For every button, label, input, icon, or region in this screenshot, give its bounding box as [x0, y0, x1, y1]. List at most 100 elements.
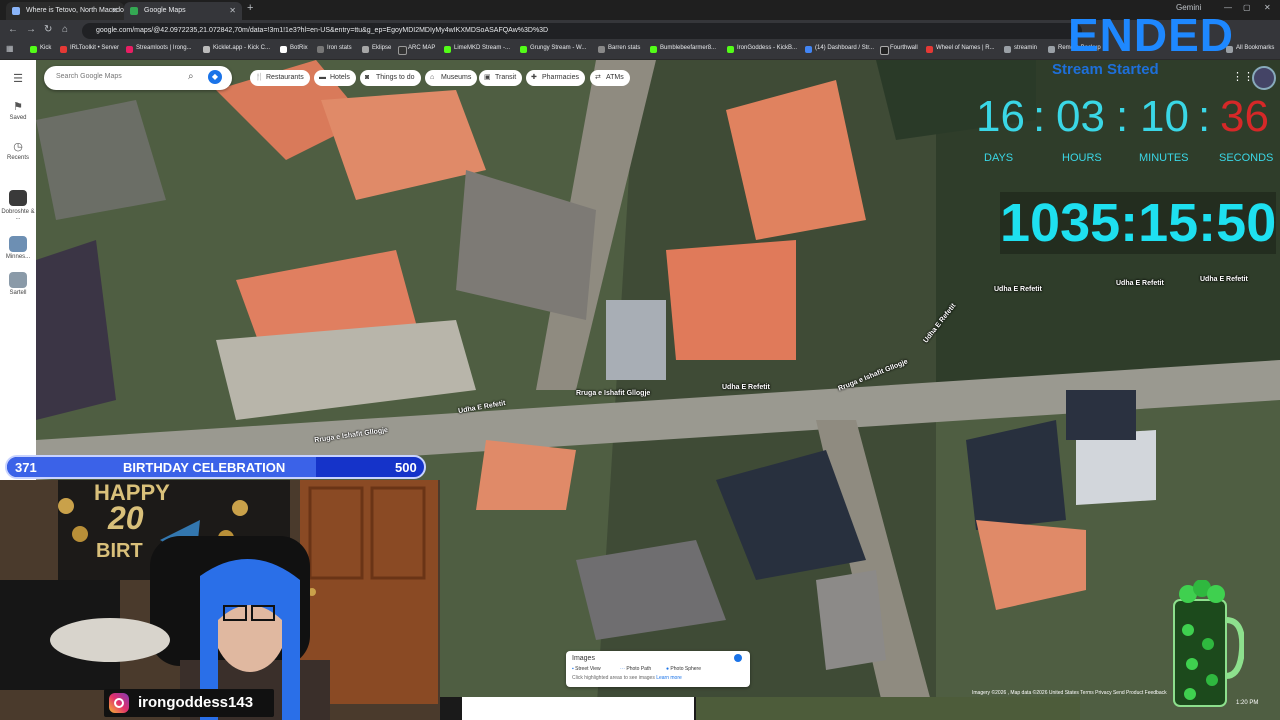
birthday-goal-bar: 371 BIRTHDAY CELEBRATION 500: [5, 455, 426, 479]
museum-icon: ⌂: [430, 74, 435, 81]
bookmark-item[interactable]: ARC MAP: [398, 45, 435, 55]
chip-transit[interactable]: ▣ Transit: [479, 70, 523, 86]
chip-things-to-do[interactable]: ◙ Things to do: [360, 70, 421, 86]
bookmark-item[interactable]: Wheel of Names | R...: [926, 45, 995, 53]
chip-restaurants[interactable]: 🍴 Restaurants: [250, 70, 310, 86]
countdown-sep: :: [1033, 92, 1046, 141]
bookmark-item[interactable]: Barren stats: [598, 45, 640, 53]
banner-birthday: BIRT: [96, 540, 143, 562]
recent-place-label[interactable]: Dobroshte & ...: [0, 209, 36, 221]
bookmark-item[interactable]: (14) Dashboard / Str...: [805, 45, 874, 53]
folder-icon: [1048, 46, 1055, 53]
images-title: Images: [572, 655, 595, 662]
bookmark-item[interactable]: Eklipse: [362, 45, 391, 53]
recent-place-thumb[interactable]: [9, 190, 27, 206]
bookmark-favicon: [598, 46, 605, 53]
instagram-handle: irongoddess143: [138, 694, 254, 711]
search-box[interactable]: Search Google Maps ⌕ ◆: [44, 66, 232, 90]
road-label: Udha E Refetit: [1116, 280, 1164, 287]
recent-place-label[interactable]: Minnes...: [0, 254, 36, 260]
bookmark-item[interactable]: IronGoddess - KickB...: [727, 45, 797, 53]
minimap-white: [462, 697, 694, 720]
bookmark-favicon: [126, 46, 133, 53]
forward-icon[interactable]: →: [26, 24, 36, 35]
bookmark-item[interactable]: LimeMKD Stream -...: [444, 45, 510, 53]
directions-icon[interactable]: ◆: [208, 70, 222, 84]
tab-title: Where is Tetovo, North Macedo: [26, 7, 124, 14]
menu-button[interactable]: ☰: [0, 72, 36, 87]
search-input[interactable]: Search Google Maps: [56, 73, 122, 80]
goal-title: BIRTHDAY CELEBRATION: [123, 460, 286, 475]
kick-icon: [444, 46, 451, 53]
bookmark-item[interactable]: Kicklet.app - Kick C...: [203, 45, 270, 53]
recent-place-thumb[interactable]: [9, 236, 27, 252]
kick-icon: [30, 46, 37, 53]
taskbar-strip: [440, 697, 1080, 720]
label-seconds: SECONDS: [1219, 152, 1274, 164]
close-window-icon[interactable]: ✕: [1264, 3, 1271, 12]
webcam-feed: HAPPY 20 BIRT: [0, 480, 440, 720]
history-icon: ◷: [13, 141, 23, 153]
chip-pharmacies[interactable]: ✚ Pharmacies: [526, 70, 585, 86]
chip-hotels[interactable]: ▬ Hotels: [314, 70, 356, 86]
tab-tetovo[interactable]: Where is Tetovo, North Macedo ✕: [6, 2, 124, 20]
map-attribution: Imagery ©2026 , Map data ©2026 United St…: [972, 690, 1167, 696]
layer-toggle[interactable]: [734, 654, 742, 662]
shamrock-mug-icon: [1173, 580, 1244, 707]
chip-museums[interactable]: ⌂ Museums: [425, 70, 478, 86]
bookmark-folder[interactable]: streamin: [1004, 45, 1037, 53]
images-panel[interactable]: Images ▪ Street View ⋯ Photo Path ● Phot…: [566, 651, 750, 687]
bookmark-item[interactable]: Iron stats: [317, 45, 352, 53]
bookmark-item[interactable]: Streamloots | Irong...: [126, 45, 192, 53]
countdown-hours: 03: [1056, 92, 1105, 141]
learn-more-link[interactable]: Learn more: [656, 675, 682, 681]
bus-icon: ▣: [484, 74, 491, 81]
menu-icon: ☰: [13, 73, 23, 85]
bookmark-favicon: [280, 46, 287, 53]
back-icon[interactable]: ←: [8, 24, 18, 35]
kick-icon: [650, 46, 657, 53]
bookmark-item[interactable]: Bumblebeefarmer8...: [650, 45, 716, 53]
goal-current: 371: [15, 460, 37, 475]
search-icon[interactable]: ⌕: [188, 71, 194, 82]
bookmark-favicon: [805, 46, 812, 53]
road-label: Udha E Refetit: [1200, 276, 1248, 283]
bookmark-item[interactable]: BotRix: [280, 45, 308, 53]
tab-google-maps[interactable]: Google Maps ✕: [124, 2, 242, 20]
url-field[interactable]: google.com/maps/@42.0972235,21.072842,70…: [82, 23, 1082, 39]
legend-photo-sphere: ● Photo Sphere: [666, 666, 702, 672]
home-icon[interactable]: ⌂: [62, 24, 68, 35]
images-hint: Click highlighted areas to see images Le…: [572, 675, 682, 681]
new-tab-icon[interactable]: +: [247, 2, 253, 14]
bookmark-favicon: [362, 46, 369, 53]
countdown-minutes: 10: [1140, 92, 1189, 141]
pharmacy-icon: ✚: [531, 74, 537, 81]
bookmark-item[interactable]: IRLToolkit • Server: [60, 45, 119, 53]
bookmark-item[interactable]: Kick: [30, 45, 51, 53]
chip-atms[interactable]: ⇄ ATMs: [590, 70, 630, 86]
stream-started-label: Stream Started: [1052, 61, 1159, 78]
close-tab-icon[interactable]: ✕: [111, 2, 118, 20]
street-view-swatch-icon: ▪: [572, 666, 574, 672]
bookmark-item[interactable]: Fourthwall: [880, 45, 918, 55]
maximize-icon[interactable]: ▢: [1243, 3, 1251, 12]
ended-label: ENDED: [1068, 9, 1235, 61]
bookmark-item[interactable]: Grungy Stream - W...: [520, 45, 586, 53]
legend-photo-path: ⋯ Photo Path: [620, 666, 652, 672]
recents-button[interactable]: ◷ Recents: [0, 140, 36, 161]
close-tab-icon[interactable]: ✕: [229, 2, 236, 20]
url-text: google.com/maps/@42.0972235,21.072842,70…: [96, 27, 549, 34]
reload-icon[interactable]: ↻: [44, 24, 52, 35]
bookmark-favicon: [317, 46, 324, 53]
recent-place-thumb[interactable]: [9, 272, 27, 288]
road-label: Udha E Refetit: [994, 286, 1042, 293]
google-apps-icon[interactable]: ⋮⋮: [1232, 70, 1254, 83]
saved-button[interactable]: ⚑ Saved: [0, 100, 36, 121]
recent-place-label[interactable]: Sartell: [0, 290, 36, 296]
folder-icon: [1004, 46, 1011, 53]
account-avatar[interactable]: [1252, 66, 1276, 90]
kick-icon: [520, 46, 527, 53]
webcam-scene: [0, 480, 440, 720]
apps-icon[interactable]: ▦: [6, 44, 14, 53]
atm-icon: ⇄: [595, 74, 601, 81]
